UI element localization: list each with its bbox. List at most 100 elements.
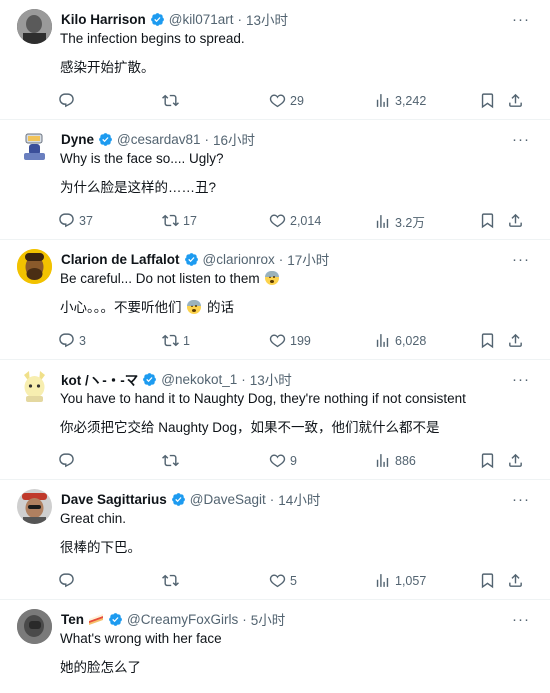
like-icon xyxy=(269,212,286,229)
share-icon xyxy=(507,452,524,469)
author-handle[interactable]: @clarionrox xyxy=(203,252,275,267)
author-name[interactable]: kot /ヽ-・-マ xyxy=(61,369,138,389)
reply-icon xyxy=(58,452,75,469)
action-bar: 9 886 xyxy=(58,452,532,470)
more-icon[interactable]: ··· xyxy=(511,11,531,28)
bookmark-icon xyxy=(479,212,496,229)
share-button[interactable] xyxy=(507,332,524,349)
timestamp[interactable]: 13小时 xyxy=(250,369,292,389)
author-handle[interactable]: @CreamyFoxGirls xyxy=(127,612,238,627)
reply-button[interactable] xyxy=(58,452,79,469)
timestamp[interactable]: 13小时 xyxy=(246,9,288,29)
reply-translation-before: 小心。。。不要听他们 xyxy=(60,300,182,315)
author-handle[interactable]: @DaveSagit xyxy=(190,492,266,507)
views-icon xyxy=(374,213,391,230)
author-handle[interactable]: @cesardav81 xyxy=(117,132,201,147)
action-bar: 5 1,057 xyxy=(58,572,532,590)
verified-badge-icon xyxy=(184,252,199,267)
author-handle[interactable]: @kil071art xyxy=(169,12,234,27)
more-icon[interactable]: ··· xyxy=(511,131,531,148)
avatar[interactable] xyxy=(17,249,52,284)
reply-header: Kilo Harrison @kil071art · 13小时 xyxy=(61,9,288,29)
avatar[interactable] xyxy=(17,129,52,164)
avatar[interactable] xyxy=(17,489,52,524)
views-button[interactable]: 3,242 xyxy=(374,92,426,109)
reply-header: Dave Sagittarius @DaveSagit · 14小时 xyxy=(61,489,320,509)
reply-item[interactable]: Dave Sagittarius @DaveSagit · 14小时 ··· G… xyxy=(0,480,550,600)
reply-item[interactable]: kot /ヽ-・-マ @nekokot_1 · 13小时 ··· You hav… xyxy=(0,360,550,480)
share-icon xyxy=(507,212,524,229)
like-count: 199 xyxy=(290,333,311,348)
reply-item[interactable]: Kilo Harrison @kil071art · 13小时 ··· The … xyxy=(0,0,550,120)
bookmark-button[interactable] xyxy=(479,452,496,469)
like-count: 2,014 xyxy=(290,213,322,228)
reply-item[interactable]: Ten @CreamyFoxGirls · 5小时 ··· What's wro… xyxy=(0,600,550,693)
separator-dot: · xyxy=(242,611,247,627)
anxious-face-emoji xyxy=(187,300,202,314)
author-name[interactable]: Ten xyxy=(61,612,84,627)
repost-icon xyxy=(162,212,179,229)
share-button[interactable] xyxy=(507,212,524,229)
reply-text: Be careful... Do not listen to them xyxy=(60,271,281,286)
bookmark-button[interactable] xyxy=(479,212,496,229)
reply-button[interactable]: 37 xyxy=(58,212,93,229)
author-name[interactable]: Dave Sagittarius xyxy=(61,492,167,507)
verified-badge-icon xyxy=(142,372,157,387)
separator-dot: · xyxy=(278,251,284,267)
share-button[interactable] xyxy=(507,452,524,469)
reply-button[interactable] xyxy=(58,92,79,109)
reply-text: The infection begins to spread. xyxy=(60,31,245,46)
share-button[interactable] xyxy=(507,92,524,109)
reply-icon xyxy=(58,212,75,229)
avatar[interactable] xyxy=(17,369,52,404)
like-button[interactable]: 29 xyxy=(269,92,304,109)
avatar[interactable] xyxy=(17,609,52,644)
repost-button[interactable] xyxy=(162,452,183,469)
reply-translation-after: 的话 xyxy=(207,300,235,315)
reply-count: 37 xyxy=(79,213,93,228)
author-handle[interactable]: @nekokot_1 xyxy=(161,372,237,387)
reply-icon xyxy=(58,332,75,349)
more-icon[interactable]: ··· xyxy=(511,371,531,388)
reply-item[interactable]: Dyne @cesardav81 · 16小时 ··· Why is the f… xyxy=(0,120,550,240)
repost-button[interactable]: 1 xyxy=(162,332,190,349)
reply-button[interactable] xyxy=(58,572,79,589)
author-name[interactable]: Dyne xyxy=(61,132,94,147)
views-button[interactable]: 886 xyxy=(374,452,416,469)
bookmark-button[interactable] xyxy=(479,332,496,349)
timestamp[interactable]: 14小时 xyxy=(278,489,320,509)
views-button[interactable]: 1,057 xyxy=(374,572,426,589)
like-button[interactable]: 199 xyxy=(269,332,311,349)
repost-button[interactable] xyxy=(162,572,183,589)
like-button[interactable]: 9 xyxy=(269,452,297,469)
more-icon[interactable]: ··· xyxy=(511,611,531,628)
bookmark-button[interactable] xyxy=(479,572,496,589)
reply-item[interactable]: Clarion de Laffalot @clarionrox · 17小时 ·… xyxy=(0,240,550,360)
repost-button[interactable]: 17 xyxy=(162,212,197,229)
more-icon[interactable]: ··· xyxy=(511,251,531,268)
anxious-face-emoji xyxy=(265,271,280,285)
action-bar: 29 3,242 xyxy=(58,92,532,110)
views-button[interactable]: 3.2万 xyxy=(374,212,425,231)
reply-button[interactable]: 3 xyxy=(58,332,86,349)
share-icon xyxy=(507,92,524,109)
author-name[interactable]: Kilo Harrison xyxy=(61,12,146,27)
more-icon[interactable]: ··· xyxy=(511,491,531,508)
views-button[interactable]: 6,028 xyxy=(374,332,426,349)
reply-count: 3 xyxy=(79,333,86,348)
avatar[interactable] xyxy=(17,9,52,44)
like-button[interactable]: 5 xyxy=(269,572,297,589)
timestamp[interactable]: 5小时 xyxy=(251,609,286,629)
timestamp[interactable]: 17小时 xyxy=(287,249,329,269)
like-count: 5 xyxy=(290,573,297,588)
reply-translation: 小心。。。不要听他们 的话 xyxy=(60,296,234,316)
share-button[interactable] xyxy=(507,572,524,589)
timestamp[interactable]: 16小时 xyxy=(213,129,255,149)
repost-button[interactable] xyxy=(162,92,183,109)
like-button[interactable]: 2,014 xyxy=(269,212,321,229)
separator-dot: · xyxy=(269,491,275,507)
reply-header: Clarion de Laffalot @clarionrox · 17小时 xyxy=(61,249,329,269)
reply-translation: 感染开始扩散。 xyxy=(60,60,155,75)
bookmark-button[interactable] xyxy=(479,92,496,109)
author-name[interactable]: Clarion de Laffalot xyxy=(61,252,180,267)
